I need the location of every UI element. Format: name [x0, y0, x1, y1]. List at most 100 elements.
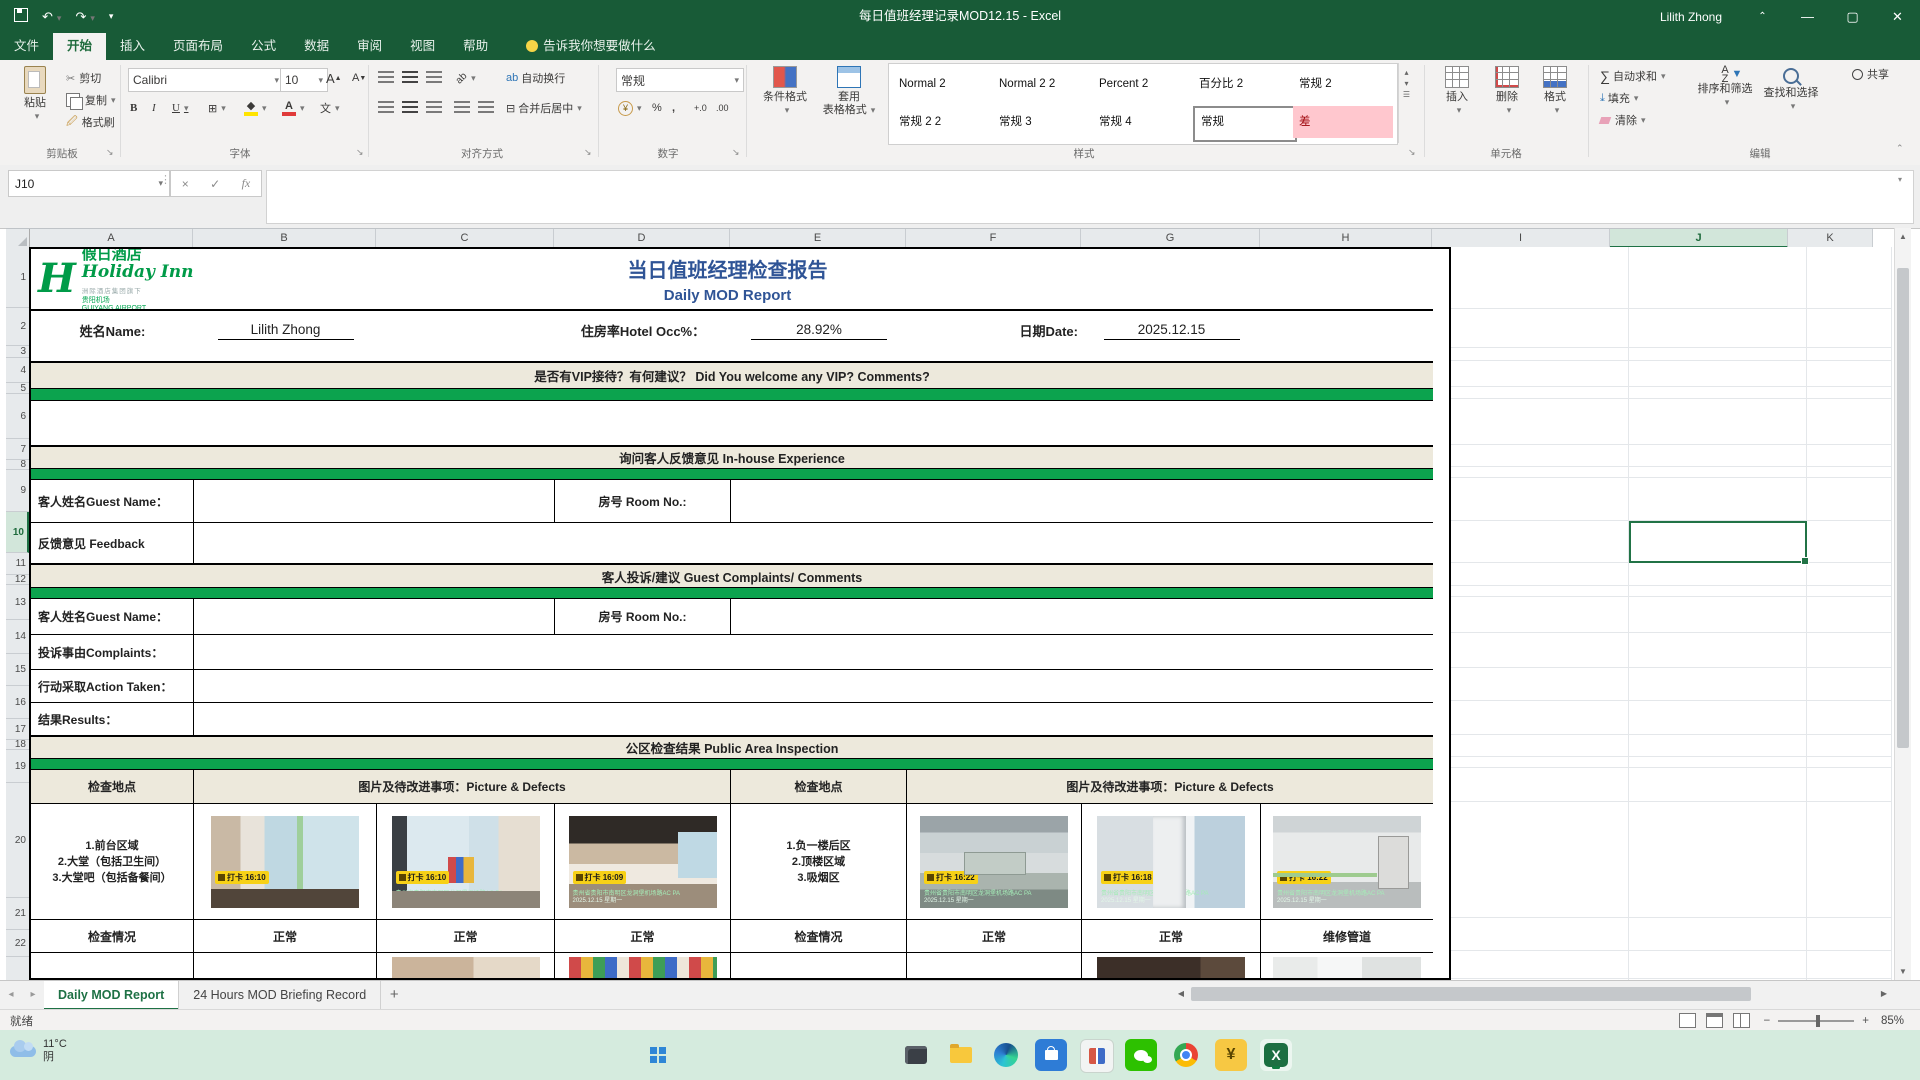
- clear-button[interactable]: 清除▾: [1600, 110, 1646, 130]
- tab-file[interactable]: 文件: [0, 33, 53, 60]
- tab-view[interactable]: 视图: [396, 33, 449, 60]
- photo-cell[interactable]: 打卡 16:09 贵州省贵阳市南明区龙洞堡机场路AC PA2025.12.15 …: [555, 804, 731, 920]
- column-header-E[interactable]: E: [730, 229, 906, 248]
- row-header-7[interactable]: 7: [6, 439, 29, 460]
- app-taskview[interactable]: [900, 1039, 932, 1071]
- cell-style-item[interactable]: Normal 2: [893, 68, 993, 100]
- styles-gallery-scroll[interactable]: ▴▾☰: [1398, 63, 1414, 143]
- name-box[interactable]: J10▾: [8, 170, 170, 197]
- insert-cells-button[interactable]: 插入▾: [1434, 62, 1480, 144]
- find-select-button[interactable]: 查找和选择▾: [1760, 62, 1822, 144]
- occ-value[interactable]: 28.92%: [731, 311, 907, 350]
- row-header-11[interactable]: 11: [6, 553, 29, 575]
- app-edge[interactable]: [990, 1039, 1022, 1071]
- orientation-button[interactable]: ab▾: [456, 68, 476, 88]
- decrease-font-icon[interactable]: A▼: [352, 68, 366, 88]
- results-input[interactable]: [194, 703, 1433, 737]
- room-no-label-2[interactable]: 房号 Room No.:: [555, 599, 731, 635]
- cell-blank[interactable]: [731, 953, 907, 980]
- cut-button[interactable]: ✂剪切: [66, 68, 101, 88]
- cancel-icon[interactable]: ×: [182, 177, 189, 191]
- bold-button[interactable]: B: [130, 98, 137, 118]
- selected-cell-J10[interactable]: [1629, 521, 1807, 563]
- conditional-formatting-button[interactable]: 条件格式▾: [756, 62, 814, 144]
- cell-style-item[interactable]: 常规 4: [1093, 106, 1193, 138]
- formula-input[interactable]: [266, 170, 1914, 224]
- tab-data[interactable]: 数据: [290, 33, 343, 60]
- situation-value[interactable]: 维修管道: [1261, 920, 1433, 953]
- complaints-label[interactable]: 投诉事由Complaints：: [31, 635, 194, 670]
- situation-value[interactable]: 正常: [1082, 920, 1261, 953]
- app-file-explorer[interactable]: [945, 1039, 977, 1071]
- green-band[interactable]: [31, 588, 1433, 599]
- sort-filter-button[interactable]: AZ▼ 排序和筛选▾: [1694, 62, 1756, 144]
- cell-blank[interactable]: [1261, 311, 1433, 350]
- styles-dialog-launcher[interactable]: ↘: [1408, 147, 1416, 158]
- checkpoint-header-2[interactable]: 检查地点: [731, 770, 907, 804]
- ribbon-display-options-icon[interactable]: ⌃: [1740, 0, 1785, 33]
- checkpoint-header-1[interactable]: 检查地点: [31, 770, 194, 804]
- app-store[interactable]: [1035, 1039, 1067, 1071]
- photo-cell[interactable]: 打卡 16:10 贵州省贵阳市南明区龙洞堡机场路AC PA2025.12.15 …: [194, 804, 377, 920]
- date-value[interactable]: 2025.12.15: [1082, 311, 1261, 350]
- column-header-B[interactable]: B: [193, 229, 376, 248]
- row-header-15[interactable]: 15: [6, 654, 29, 686]
- row-header-4[interactable]: 4: [6, 358, 29, 383]
- guest-name-label[interactable]: 客人姓名Guest Name：: [31, 480, 194, 523]
- row-header-16[interactable]: 16: [6, 686, 29, 719]
- format-as-table-button[interactable]: 套用表格格式▾: [818, 62, 880, 144]
- italic-button[interactable]: I: [152, 98, 156, 118]
- column-header-C[interactable]: C: [376, 229, 554, 248]
- close-button[interactable]: ✕: [1875, 0, 1920, 33]
- increase-font-icon[interactable]: A▲: [326, 68, 342, 88]
- row-header-21[interactable]: 21: [6, 898, 29, 930]
- font-dialog-launcher[interactable]: ↘: [356, 147, 364, 158]
- row-header-5[interactable]: 5: [6, 383, 29, 394]
- guest-name-input[interactable]: [194, 480, 555, 523]
- public-section-header[interactable]: 公区检查结果 Public Area Inspection: [31, 737, 1433, 759]
- situation-value[interactable]: 正常: [555, 920, 731, 953]
- row-header-6[interactable]: 6: [6, 394, 29, 439]
- area-list-2[interactable]: 1.负一楼后区2.顶楼区域3.吸烟区: [731, 804, 907, 920]
- alignment-dialog-launcher[interactable]: ↘: [584, 147, 592, 158]
- guest-name-input-2[interactable]: [194, 599, 555, 635]
- empty-cells-area[interactable]: [1451, 247, 1892, 980]
- cell-style-item[interactable]: 差: [1293, 106, 1393, 138]
- row-header-14[interactable]: 14: [6, 620, 29, 654]
- cell-blank[interactable]: [31, 350, 1433, 363]
- photo-cell[interactable]: 打卡 16:10 贵州省贵阳市南明区龙洞堡机场路AC PA2025.12.15 …: [377, 804, 555, 920]
- page-layout-view-icon[interactable]: [1706, 1013, 1723, 1028]
- font-color-button[interactable]: A▾: [282, 98, 305, 118]
- normal-view-icon[interactable]: [1679, 1013, 1696, 1028]
- tab-help[interactable]: 帮助: [449, 33, 502, 60]
- date-label[interactable]: 日期Date:: [907, 311, 1082, 350]
- sheet-tab-24-hours-mod-briefing-record[interactable]: 24 Hours MOD Briefing Record: [179, 981, 381, 1010]
- area-list-1[interactable]: 1.前台区域2.大堂（包括卫生间）3.大堂吧（包括备餐间）: [31, 804, 194, 920]
- underline-button[interactable]: U▾: [172, 98, 188, 118]
- decrease-indent-icon[interactable]: [454, 98, 474, 118]
- app-chrome[interactable]: [1170, 1039, 1202, 1071]
- results-label[interactable]: 结果Results：: [31, 703, 194, 737]
- room-no-input-2[interactable]: [731, 599, 1433, 635]
- zoom-in-icon[interactable]: +: [1862, 1015, 1869, 1027]
- sheet-nav-right-icon[interactable]: ▸: [22, 981, 44, 1010]
- photo-cell[interactable]: [377, 953, 555, 980]
- scroll-right-icon[interactable]: ▶: [1876, 987, 1892, 1001]
- borders-button[interactable]: ⊞▾: [208, 98, 226, 118]
- row-header-19[interactable]: 19: [6, 750, 29, 783]
- align-bottom-icon[interactable]: [426, 68, 446, 88]
- scroll-left-icon[interactable]: ◀: [1173, 987, 1189, 1001]
- column-header-F[interactable]: F: [906, 229, 1081, 248]
- row-header-3[interactable]: 3: [6, 346, 29, 358]
- increase-indent-icon[interactable]: [478, 98, 498, 118]
- align-right-icon[interactable]: [426, 98, 446, 118]
- cell-style-item[interactable]: 百分比 2: [1193, 68, 1293, 100]
- font-size-combo[interactable]: 10▾: [280, 68, 328, 92]
- column-header-K[interactable]: K: [1788, 229, 1873, 248]
- scroll-up-icon[interactable]: ▲: [1895, 228, 1911, 245]
- green-band[interactable]: [31, 759, 1433, 770]
- column-header-H[interactable]: H: [1260, 229, 1432, 248]
- number-dialog-launcher[interactable]: ↘: [732, 147, 740, 158]
- column-header-I[interactable]: I: [1432, 229, 1610, 248]
- column-header-J[interactable]: J: [1610, 229, 1788, 248]
